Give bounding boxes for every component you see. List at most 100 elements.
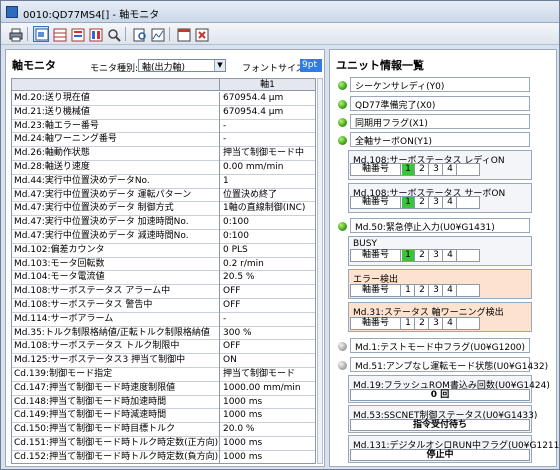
axis-number-cell: 2	[416, 250, 429, 261]
axis-number-cell: 3	[430, 250, 443, 261]
row-name: Md.20:送り現在値	[14, 93, 90, 103]
table-row[interactable]: Cd.152:押当て制御モード時トルク時定数(負方向) 1000 ms	[12, 450, 315, 463]
oscillo-status: 停止中	[350, 449, 530, 461]
font-size-input[interactable]: 9pt	[300, 59, 322, 72]
title-bar: 0010:QD77MS4[] - 軸モニタ	[1, 1, 559, 23]
axis-number-cell: 4	[444, 285, 457, 296]
table-row[interactable]: Md.108:サーボステータス アラーム中 OFF	[12, 285, 315, 299]
row-value: 1000 ms	[219, 437, 315, 451]
row-name: Md.35:トルク制限格納値/正転トルク制限格納値	[14, 327, 210, 338]
table-row[interactable]: Md.20:送り現在値 670954.4 μm	[12, 92, 315, 106]
table-row[interactable]: Md.47:実行中位置決めデータ 減速時間No. 0:100	[12, 230, 315, 244]
table-row[interactable]: Md.47:実行中位置決めデータ 制御方式 1軸の直線制御(INC)	[12, 202, 315, 217]
row-value: 押当て制御モード	[219, 368, 315, 382]
row-value: -	[219, 133, 315, 148]
servo-list-icon[interactable]	[87, 26, 103, 42]
axis-list-icon[interactable]	[69, 26, 85, 42]
row-value: 20.0 %	[219, 423, 315, 437]
window-title: 0010:QD77MS4[] - 軸モニタ	[23, 10, 160, 21]
row-value: -	[219, 119, 315, 134]
vertical-scrollbar[interactable]	[317, 78, 323, 464]
table-row[interactable]: Md.21:送り機械値 670954.4 μm	[12, 105, 315, 120]
row-name: Cd.139:制御モード指定	[14, 369, 113, 379]
monitor-type-value: 軸(出力軸)	[142, 63, 186, 73]
close-window-icon[interactable]	[193, 26, 209, 42]
monitor-type-select[interactable]: 軸(出力軸) ▼	[138, 59, 226, 73]
axis-number-label: 軸番号	[351, 250, 401, 261]
table-row[interactable]: Md.102:偏差カウンタ 0 PLS	[12, 243, 315, 258]
row-name: Md.104:モータ電流値	[14, 272, 105, 283]
table-row[interactable]: Cd.139:制御モード指定 押当て制御モード	[12, 368, 315, 382]
row-value: OFF	[219, 340, 315, 355]
table-row[interactable]: Cd.150:押当て制御モード時目標トルク 20.0 %	[12, 423, 315, 437]
row-name: Md.108:サーボステータス アラーム中	[14, 286, 171, 297]
axis-number-cell: 2	[416, 164, 429, 175]
error-axis-grid: 軸番号 1 2 3 4	[350, 284, 480, 297]
table-row[interactable]: Md.104:モータ電流値 20.5 %	[12, 271, 315, 286]
axis-monitor-table: 軸1 Md.20:送り現在値 670954.4 μm Md.21:送り機械値 6709…	[11, 78, 316, 464]
row-value: 1000 ms	[219, 450, 315, 463]
row-value: 1000 ms	[219, 409, 315, 424]
table-row[interactable]: Md.23:軸エラー番号 -	[12, 119, 315, 134]
row-value: 300 %	[219, 326, 315, 341]
row-name: Md.47:実行中位置決めデータ 制御方式	[14, 203, 174, 214]
table-header: 軸1	[12, 79, 315, 91]
table-row[interactable]: Cd.147:押当て制御モード時速度制限値 1000.00 mm/min	[12, 381, 315, 396]
zoom-icon[interactable]	[131, 26, 147, 42]
row-name: Md.125:サーボステータス3 押当て制御中	[14, 355, 186, 366]
table-row[interactable]: Md.28:軸送り速度 0.00 mm/min	[12, 161, 315, 175]
table-row[interactable]: Md.47:実行中位置決めデータ 運転パターン 位置決め終了	[12, 188, 315, 203]
row-value: 0:100	[219, 230, 315, 244]
axis-number-cell: 3	[430, 164, 443, 175]
row-value: ON	[219, 354, 315, 368]
axis-number-label: 軸番号	[351, 164, 401, 175]
row-value: 1000.00 mm/min	[219, 381, 315, 396]
led-emergency-stop	[338, 222, 347, 231]
row-value: 1軸の直線制御(INC)	[219, 202, 315, 217]
table-row[interactable]: Md.108:サーボステータス 警告中 OFF	[12, 299, 315, 313]
monitor-view-icon[interactable]	[33, 26, 49, 42]
column-header-axis1: 軸1	[219, 79, 315, 91]
print-icon[interactable]	[7, 26, 23, 42]
row-value: -	[219, 312, 315, 327]
axis-number-cell: 2	[416, 285, 429, 296]
led-sync-flag	[338, 118, 347, 127]
table-row[interactable]: Cd.151:押当て制御モード時トルク時定数(正方向) 1000 ms	[12, 437, 315, 451]
chevron-down-icon[interactable]: ▼	[214, 60, 225, 71]
row-name: Md.21:送り機械値	[14, 106, 90, 117]
table-row[interactable]: Md.125:サーボステータス3 押当て制御中 ON	[12, 354, 315, 368]
table-view-icon[interactable]	[51, 26, 67, 42]
chart-icon[interactable]	[149, 26, 165, 42]
table-row[interactable]: Md.47:実行中位置決めデータ 加速時間No. 0:100	[12, 216, 315, 230]
row-name: Cd.147:押当て制御モード時速度制限値	[14, 382, 176, 393]
table-row[interactable]: Md.108:サーボステータス トルク制限中 OFF	[12, 340, 315, 355]
axis-number-cell: 2	[416, 318, 429, 329]
led-test-mode	[338, 342, 347, 351]
row-name: Md.102:偏差カウンタ	[14, 244, 105, 255]
table-row[interactable]: Md.24:軸ワーニング番号 -	[12, 133, 315, 148]
row-name: Md.23:軸エラー番号	[14, 120, 99, 131]
table-row[interactable]: Cd.149:押当て制御モード時減速時間 1000 ms	[12, 409, 315, 424]
axis-number-label: 軸番号	[351, 285, 401, 296]
all-servo-on-box: 全軸サーボON(Y1)	[350, 132, 530, 147]
table-row[interactable]: Md.44:実行中位置決めデータNo. 1	[12, 174, 315, 189]
unit-info-pane: ユニット情報一覧 シーケンサレディ(Y0) QD77準備完了(X0) 同期用フラ…	[329, 49, 560, 467]
tools-icon[interactable]	[105, 26, 121, 42]
table-row[interactable]: Md.114:サーボアラーム -	[12, 312, 315, 327]
table-row[interactable]: Md.103:モータ回転数 0.2 r/min	[12, 257, 315, 272]
table-row[interactable]: Cd.148:押当て制御モード時加速時間 1000 ms	[12, 395, 315, 410]
table-row[interactable]: Md.26:軸動作状態 押当て制御モード中	[12, 147, 315, 161]
axis-number-cell: 1	[402, 250, 415, 261]
row-name: Cd.151:押当て制御モード時トルク時定数(正方向)	[14, 438, 218, 448]
app-icon	[6, 6, 18, 18]
row-name: Md.26:軸動作状態	[14, 148, 90, 159]
toolbar	[1, 23, 559, 45]
window-list-icon[interactable]	[175, 26, 191, 42]
axis-number-cell: 3	[430, 197, 443, 208]
warning-axis-grid: 軸番号 1 2 3 4	[350, 317, 480, 330]
table-row[interactable]: Md.35:トルク制限格納値/正転トルク制限格納値 300 %	[12, 326, 315, 341]
row-name: Md.47:実行中位置決めデータ 運転パターン	[14, 189, 192, 200]
sequencer-ready-box: シーケンサレディ(Y0)	[350, 77, 530, 92]
row-name: Md.47:実行中位置決めデータ 減速時間No.	[14, 231, 189, 241]
axis-number-cell: 1	[402, 164, 415, 175]
